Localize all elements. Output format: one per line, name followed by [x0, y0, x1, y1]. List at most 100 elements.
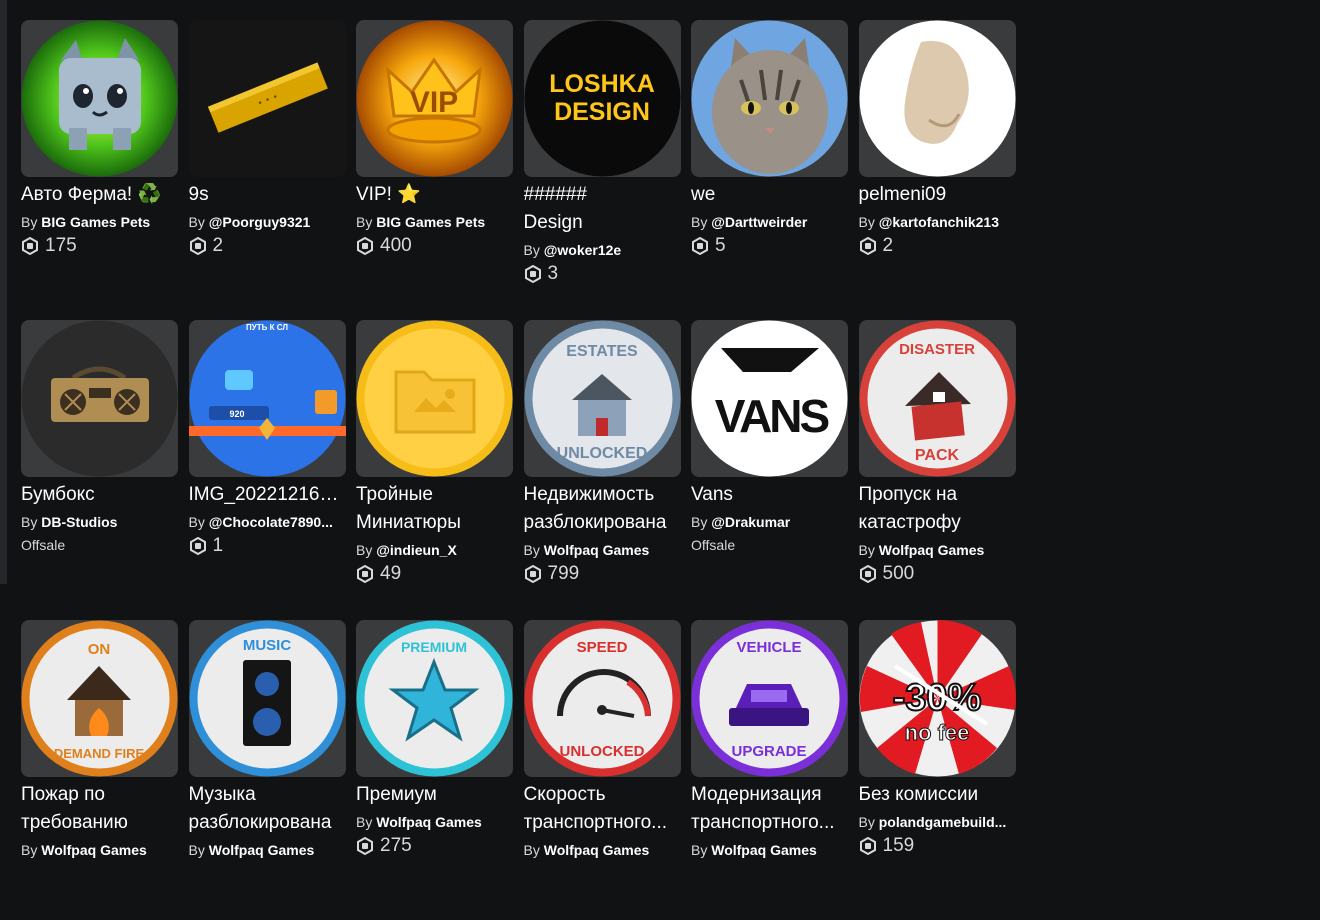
item-thumbnail[interactable]: • • •: [188, 20, 346, 177]
item-name[interactable]: VIP! ⭐: [356, 181, 513, 209]
creator-prefix: By: [691, 514, 708, 530]
svg-text:PACK: PACK: [914, 447, 959, 464]
robux-icon: [524, 565, 541, 583]
item-name[interactable]: Модернизация транспортного...: [691, 781, 848, 837]
creator-link[interactable]: DB-Studios: [41, 514, 117, 530]
item-name[interactable]: Музыка разблокирована: [189, 781, 346, 837]
cat-pet-icon: [21, 20, 178, 177]
item-thumbnail[interactable]: VIP: [356, 20, 513, 177]
creator-link[interactable]: @woker12e: [544, 242, 621, 258]
creator-link[interactable]: Wolfpaq Games: [879, 542, 985, 558]
item-creator: By Wolfpaq Games: [21, 840, 178, 860]
creator-link[interactable]: polandgamebuild...: [879, 814, 1007, 830]
item-creator: By Wolfpaq Games: [356, 812, 513, 832]
svg-text:ON: ON: [88, 641, 111, 658]
item-thumbnail[interactable]: PREMIUM: [356, 620, 513, 777]
item-thumbnail[interactable]: [21, 20, 178, 177]
item-card[interactable]: VIP VIP! ⭐ By BIG Games Pets 400: [356, 20, 513, 320]
item-card[interactable]: SPEED UNLOCKED Скорость транспортного...…: [523, 620, 681, 920]
item-thumbnail[interactable]: DISASTER PACK: [858, 320, 1016, 477]
item-thumbnail[interactable]: VANS: [691, 320, 848, 477]
item-card[interactable]: DISASTER PACK Пропуск на катастрофу By W…: [858, 320, 1016, 620]
item-name[interactable]: Авто Ферма! ♻️: [21, 181, 178, 209]
svg-text:UPGRADE: UPGRADE: [731, 743, 806, 760]
item-name[interactable]: Без комиссии: [859, 781, 1016, 809]
item-thumbnail[interactable]: [691, 20, 848, 177]
item-card[interactable]: VANS Vans By @Drakumar Offsale: [691, 320, 848, 620]
item-thumbnail[interactable]: ПУТЬ К СЛ 920: [188, 320, 346, 477]
creator-prefix: By: [188, 214, 205, 230]
item-price: 2: [859, 233, 1016, 259]
svg-text:UNLOCKED: UNLOCKED: [559, 743, 644, 760]
creator-link[interactable]: Wolfpaq Games: [544, 842, 650, 858]
creator-link[interactable]: @Chocolate7890...: [209, 514, 333, 530]
item-thumbnail[interactable]: ESTATES UNLOCKED: [523, 320, 681, 477]
item-name[interactable]: Премиум: [356, 781, 513, 809]
item-thumbnail[interactable]: [858, 20, 1016, 177]
creator-link[interactable]: BIG Games Pets: [376, 214, 485, 230]
item-thumbnail[interactable]: VEHICLE UPGRADE: [691, 620, 848, 777]
creator-link[interactable]: @Drakumar: [711, 514, 790, 530]
item-name[interactable]: ###### Design: [524, 181, 681, 237]
item-card[interactable]: we By @Darttweirder 5: [691, 20, 848, 320]
svg-text:920: 920: [229, 409, 244, 419]
creator-link[interactable]: @Darttweirder: [711, 214, 807, 230]
item-thumbnail[interactable]: [21, 320, 178, 477]
item-name[interactable]: Бумбокс: [21, 481, 178, 509]
folder-icon: [356, 320, 513, 477]
item-card[interactable]: VEHICLE UPGRADE Модернизация транспортно…: [691, 620, 848, 920]
item-creator: By Wolfpaq Games: [859, 540, 1016, 560]
item-name[interactable]: Пожар по требованию: [21, 781, 178, 837]
item-card[interactable]: ПУТЬ К СЛ 920 IMG_20221216_12 By @Chocol…: [188, 320, 346, 620]
item-name[interactable]: pelmeni09: [859, 181, 1016, 209]
creator-prefix: By: [356, 542, 373, 558]
item-name[interactable]: 9s: [189, 181, 346, 209]
robux-icon: [357, 837, 373, 855]
item-card[interactable]: ON DEMAND FIRE Пожар по требованию By Wo…: [21, 620, 178, 920]
item-card[interactable]: PREMIUM Премиум By Wolfpaq Games 275: [356, 620, 513, 920]
item-creator: By @indieun_X: [356, 540, 513, 560]
item-card[interactable]: LOSHKA DESIGN ###### Design By @woker12e…: [523, 20, 681, 320]
creator-link[interactable]: @Poorguy9321: [209, 214, 311, 230]
item-price: 2: [189, 233, 346, 259]
item-name[interactable]: Скорость транспортного...: [524, 781, 681, 837]
dumpling-icon: [859, 20, 1015, 177]
item-name[interactable]: we: [691, 181, 848, 209]
offsale-label: Offsale: [21, 537, 66, 553]
creator-link[interactable]: Wolfpaq Games: [376, 814, 482, 830]
item-card[interactable]: Тройные Миниатюры By @indieun_X 49: [356, 320, 513, 620]
item-card[interactable]: -30% no fee Без комиссии By polandgamebu…: [858, 620, 1016, 920]
creator-prefix: By: [21, 214, 38, 230]
item-thumbnail[interactable]: ON DEMAND FIRE: [21, 620, 178, 777]
creator-link[interactable]: Wolfpaq Games: [41, 842, 147, 858]
item-thumbnail[interactable]: [356, 320, 513, 477]
item-price: 799: [524, 561, 681, 587]
creator-link[interactable]: Wolfpaq Games: [544, 542, 650, 558]
item-card[interactable]: • • • 9s By @Poorguy9321 2: [188, 20, 346, 320]
item-thumbnail[interactable]: MUSIC: [188, 620, 346, 777]
svg-text:SPEED: SPEED: [576, 639, 627, 656]
item-card[interactable]: pelmeni09 By @kartofanchik213 2: [858, 20, 1016, 320]
creator-link[interactable]: @indieun_X: [376, 542, 457, 558]
item-thumbnail[interactable]: LOSHKA DESIGN: [523, 20, 681, 177]
item-name[interactable]: Vans: [691, 481, 848, 509]
robux-icon: [189, 537, 206, 555]
item-card[interactable]: Авто Ферма! ♻️ By BIG Games Pets 175: [21, 20, 178, 320]
item-creator: By Wolfpaq Games: [189, 840, 346, 860]
item-card[interactable]: ESTATES UNLOCKED Недвижимость разблокиро…: [523, 320, 681, 620]
item-name[interactable]: Тройные Миниатюры: [356, 481, 513, 537]
item-name[interactable]: IMG_20221216_12: [189, 481, 346, 509]
item-name[interactable]: Пропуск на катастрофу: [859, 481, 1016, 537]
item-price: 175: [21, 233, 178, 259]
item-thumbnail[interactable]: -30% no fee: [858, 620, 1016, 777]
item-card[interactable]: MUSIC Музыка разблокирована By Wolfpaq G…: [188, 620, 346, 920]
item-name[interactable]: Недвижимость разблокирована: [524, 481, 681, 537]
item-card[interactable]: Бумбокс By DB-Studios Offsale: [21, 320, 178, 620]
item-thumbnail[interactable]: SPEED UNLOCKED: [523, 620, 681, 777]
item-creator: By polandgamebuild...: [859, 812, 1016, 832]
creator-link[interactable]: Wolfpaq Games: [209, 842, 315, 858]
creator-link[interactable]: BIG Games Pets: [41, 214, 150, 230]
creator-link[interactable]: Wolfpaq Games: [711, 842, 817, 858]
svg-text:PREMIUM: PREMIUM: [401, 639, 467, 655]
creator-link[interactable]: @kartofanchik213: [879, 214, 999, 230]
